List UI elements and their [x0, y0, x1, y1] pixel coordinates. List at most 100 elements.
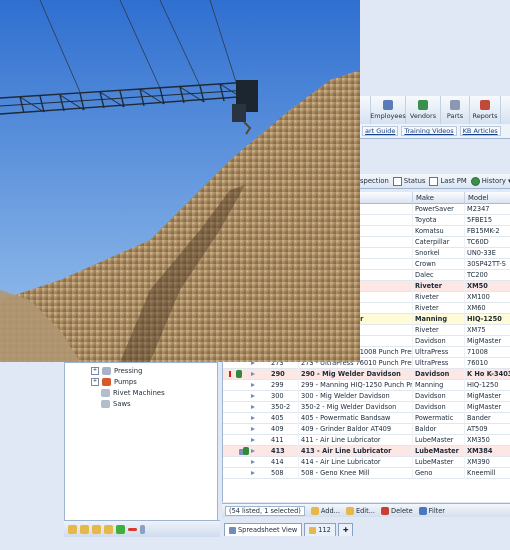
tab-add-new[interactable]: ✚: [337, 523, 354, 536]
history-filter[interactable]: History ▾: [470, 176, 510, 186]
cell-make: UltraPress: [413, 347, 465, 358]
employees-button[interactable]: Employees: [370, 96, 406, 124]
cell-make: Davidson: [413, 336, 465, 347]
row-expand-icon[interactable]: [251, 372, 255, 376]
table-row[interactable]: 409 409 - Grinder Baldor AT409 Baldor AT509: [223, 424, 510, 435]
kb-articles-link[interactable]: KB Articles: [459, 126, 501, 136]
row-icons: [223, 369, 269, 380]
row-expand-icon[interactable]: [251, 394, 255, 398]
cell-make: Manning: [413, 380, 465, 391]
row-expand-icon[interactable]: [251, 460, 255, 464]
cell-model: MigMaster: [465, 391, 510, 402]
row-icons: [223, 435, 269, 446]
table-row[interactable]: 413 413 - Air Line Lubricator LubeMaster XM…: [223, 446, 510, 457]
status-filter[interactable]: Status: [392, 176, 425, 186]
employees-icon: [383, 100, 393, 110]
inspection-filter[interactable]: spection: [360, 177, 389, 185]
tree-item-rivet-machines[interactable]: Rivet Machines: [101, 387, 165, 398]
expand-icon[interactable]: +: [91, 377, 99, 386]
cell-model: MigMaster: [465, 336, 510, 347]
tab-112-label: 112: [318, 526, 331, 534]
table-row[interactable]: 411 411 - Air Line Lubricator LubeMaster XM…: [223, 435, 510, 446]
tab-spreadsheet-view[interactable]: Spreadsheet View: [224, 523, 303, 536]
cell-make: Manning: [413, 314, 465, 325]
tab-112[interactable]: 112: [304, 523, 336, 536]
row-expand-icon[interactable]: [251, 449, 255, 453]
table-row[interactable]: 508 508 - Geno Knee Mill Geno Kneemill: [223, 468, 510, 479]
cell-id: 299: [269, 380, 299, 391]
cell-make: Riveter: [413, 303, 465, 314]
filter-button[interactable]: Filter: [418, 506, 445, 515]
row-expand-icon[interactable]: [251, 427, 255, 431]
row-expand-icon[interactable]: [251, 416, 255, 420]
cell-description: 350-2 - Mig Welder Davidson: [299, 402, 413, 413]
tree-item-pumps[interactable]: + Pumps: [91, 376, 137, 387]
row-expand-icon[interactable]: [251, 438, 255, 442]
folder-delete-icon[interactable]: [104, 524, 113, 534]
table-row[interactable]: 414 414 - Air Line Lubricator LubeMaster XM…: [223, 457, 510, 468]
row-expand-icon[interactable]: [251, 405, 255, 409]
add-button[interactable]: Add...: [310, 506, 340, 515]
reports-button[interactable]: Reports: [470, 96, 501, 124]
cell-model: TC200: [465, 270, 510, 281]
view-filter-bar: spection Status Last PM History ▾: [360, 174, 510, 189]
table-row[interactable]: 350-2 350-2 - Mig Welder Davidson Davidson…: [223, 402, 510, 413]
cell-make: Snorkel: [413, 248, 465, 259]
expand-icon[interactable]: +: [91, 366, 99, 375]
tree-item-saws[interactable]: Saws: [101, 398, 131, 409]
cell-model: AT509: [465, 424, 510, 435]
delete-button-label: Delete: [391, 506, 413, 515]
cell-make: Davidson: [413, 402, 465, 413]
add-icon[interactable]: [116, 524, 125, 534]
vendors-label: Vendors: [409, 112, 437, 120]
vendors-button[interactable]: Vendors: [406, 96, 441, 124]
status-checkbox-icon: [392, 176, 402, 186]
folder-add-icon[interactable]: [80, 524, 89, 534]
edit-icon: [345, 506, 354, 515]
folder-icon[interactable]: [68, 524, 77, 534]
training-videos-link[interactable]: Training Videos: [401, 126, 457, 136]
table-row[interactable]: 300 300 - Mig Welder Davidson Davidson MigM…: [223, 391, 510, 402]
parts-icon: [450, 100, 460, 110]
cell-model: 76010: [465, 358, 510, 369]
cell-model: Bander: [465, 413, 510, 424]
remove-icon[interactable]: [128, 527, 137, 531]
main-toolbar: Employees Vendors Parts Reports: [360, 96, 510, 125]
cell-make: Komatsu: [413, 226, 465, 237]
cell-description: 411 - Air Line Lubricator: [299, 435, 413, 446]
cell-model: M2347: [465, 204, 510, 215]
cell-make: Davidson: [413, 369, 465, 380]
row-icons: [223, 457, 269, 468]
cell-description: 414 - Air Line Lubricator: [299, 457, 413, 468]
cell-make: LubeMaster: [413, 457, 465, 468]
cell-model: MigMaster: [465, 402, 510, 413]
cell-description: 409 - Grinder Baldor AT409: [299, 424, 413, 435]
column-header-make[interactable]: Make: [413, 192, 465, 204]
tree-item-pressing[interactable]: + Pressing: [91, 365, 142, 376]
pressing-icon: [102, 366, 111, 375]
tree-item-label: Rivet Machines: [113, 388, 165, 397]
delete-button[interactable]: Delete: [381, 506, 413, 515]
last-pm-filter-label: Last PM: [440, 177, 467, 185]
table-row[interactable]: 405 405 - Powermatic Bandsaw Powermatic Ban…: [223, 413, 510, 424]
quick-start-link[interactable]: art Guide: [362, 126, 399, 136]
menu-dropdown-icon[interactable]: [140, 524, 145, 534]
last-pm-filter[interactable]: Last PM: [429, 176, 467, 186]
cell-description: 300 - Mig Welder Davidson: [299, 391, 413, 402]
cell-model: XM350: [465, 435, 510, 446]
column-header-model[interactable]: Model: [465, 192, 510, 204]
row-expand-icon[interactable]: [251, 383, 255, 387]
cell-model: HIQ-1250: [465, 314, 510, 325]
folder-edit-icon[interactable]: [92, 524, 101, 534]
add-record-icon: [310, 506, 319, 515]
row-icons: [223, 413, 269, 424]
row-expand-icon[interactable]: [251, 471, 255, 475]
table-row[interactable]: 290 290 - Mig Welder Davidson Davidson K Ho…: [223, 369, 510, 380]
pumps-icon: [102, 377, 111, 386]
grid-action-bar: (54 listed, 1 selected) Add... Edit... D…: [222, 503, 510, 517]
edit-button[interactable]: Edit...: [345, 506, 375, 515]
history-filter-label: History: [481, 177, 506, 185]
parts-button[interactable]: Parts: [441, 96, 470, 124]
table-row[interactable]: 299 299 - Manning HIQ-1250 Punch Press Man…: [223, 380, 510, 391]
view-tabs: Spreadsheet View 112 ✚: [222, 522, 510, 536]
